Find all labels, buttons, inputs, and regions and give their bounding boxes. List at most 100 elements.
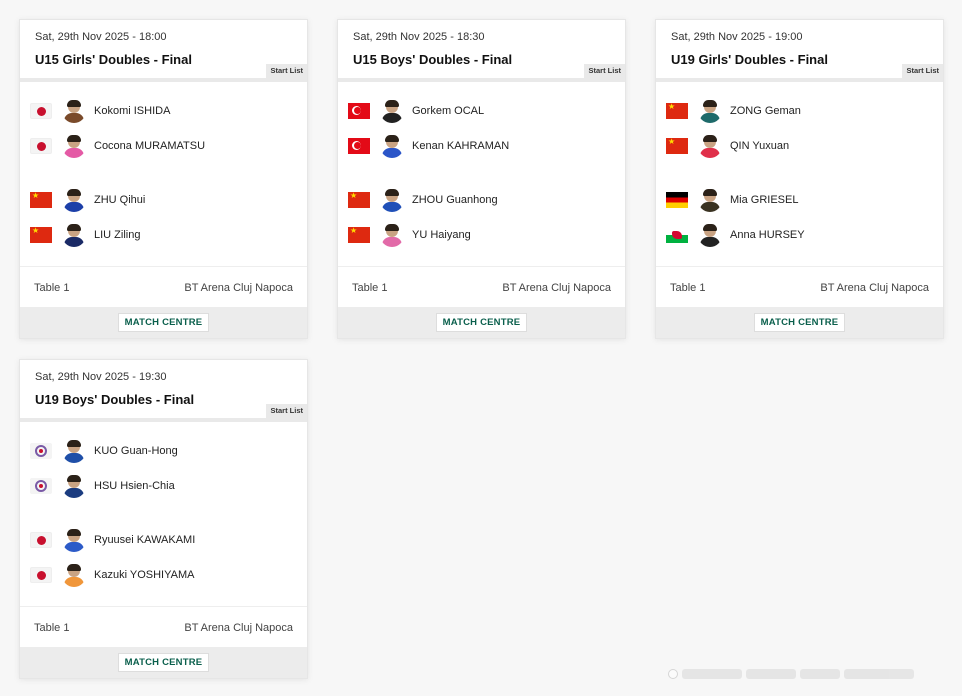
player-row[interactable]: QIN Yuxuan [666, 129, 943, 164]
card-header: Sat, 29th Nov 2025 - 19:30 U19 Boys' Dou… [20, 360, 307, 418]
team-pair-a: KUO Guan-Hong HSU Hsien-Chia [20, 434, 307, 503]
player-name[interactable]: HSU Hsien-Chia [94, 480, 175, 492]
match-datetime: Sat, 29th Nov 2025 - 18:00 [35, 31, 167, 43]
turkey-flag-icon [348, 137, 370, 154]
china-flag-icon [348, 192, 370, 209]
card-header: Sat, 29th Nov 2025 - 18:30 U15 Boys' Dou… [338, 20, 625, 78]
venue-label: BT Arena Cluj Napoca [184, 621, 293, 634]
player-avatar [698, 188, 722, 213]
player-name[interactable]: ZHOU Guanhong [412, 194, 498, 206]
match-card: Sat, 29th Nov 2025 - 19:00 U19 Girls' Do… [655, 19, 944, 339]
player-row[interactable]: Gorkem OCAL [348, 94, 625, 129]
player-row[interactable]: Cocona MURAMATSU [30, 129, 307, 164]
china-flag-icon [30, 192, 52, 209]
player-avatar [62, 134, 86, 158]
team-pair-a: Kokomi ISHIDA Cocona MURAMATSU [20, 94, 307, 163]
start-list-button[interactable]: Start List [902, 64, 943, 78]
divider [20, 418, 307, 422]
table-label: Table 1 [34, 621, 70, 634]
match-details: Table 1 BT Arena Cluj Napoca [656, 266, 943, 308]
player-avatar [62, 99, 86, 124]
player-name[interactable]: Gorkem OCAL [412, 105, 484, 117]
player-avatar [698, 134, 722, 158]
card-header: Sat, 29th Nov 2025 - 18:00 U15 Girls' Do… [20, 20, 307, 78]
player-row[interactable]: KUO Guan-Hong [30, 434, 307, 469]
japan-flag-icon [30, 532, 52, 549]
player-name[interactable]: QIN Yuxuan [730, 140, 789, 152]
match-card: Sat, 29th Nov 2025 - 19:30 U19 Boys' Dou… [19, 359, 308, 679]
wales-flag-icon [666, 226, 688, 243]
table-label: Table 1 [670, 281, 706, 294]
player-name[interactable]: Ryuusei KAWAKAMI [94, 534, 195, 546]
player-name[interactable]: Mia GRIESEL [730, 194, 798, 206]
turkey-flag-icon [348, 103, 370, 120]
player-name[interactable]: YU Haiyang [412, 229, 471, 241]
player-avatar [62, 528, 86, 553]
player-avatar [698, 99, 722, 124]
table-label: Table 1 [352, 281, 388, 294]
divider [656, 78, 943, 82]
match-centre-button[interactable]: MATCH CENTRE [117, 313, 210, 332]
match-datetime: Sat, 29th Nov 2025 - 19:00 [671, 31, 803, 43]
match-details: Table 1 BT Arena Cluj Napoca [338, 266, 625, 308]
player-avatar [62, 439, 86, 464]
chinese-taipei-flag-icon [30, 477, 52, 494]
china-flag-icon [30, 226, 52, 243]
player-name[interactable]: Anna HURSEY [730, 229, 805, 241]
match-centre-button[interactable]: MATCH CENTRE [753, 313, 846, 332]
start-list-button[interactable]: Start List [266, 404, 307, 418]
venue-label: BT Arena Cluj Napoca [820, 281, 929, 294]
china-flag-icon [666, 103, 688, 120]
table-label: Table 1 [34, 281, 70, 294]
player-name[interactable]: Kokomi ISHIDA [94, 105, 170, 117]
start-list-button[interactable]: Start List [266, 64, 307, 78]
player-row[interactable]: Kokomi ISHIDA [30, 94, 307, 129]
player-row[interactable]: LIU Ziling [30, 218, 307, 253]
match-details: Table 1 BT Arena Cluj Napoca [20, 266, 307, 308]
player-row[interactable]: ZHOU Guanhong [348, 183, 625, 218]
player-name[interactable]: Kazuki YOSHIYAMA [94, 569, 194, 581]
player-avatar [62, 223, 86, 247]
germany-flag-icon [666, 192, 688, 209]
player-row[interactable]: Anna HURSEY [666, 218, 943, 253]
match-card: Sat, 29th Nov 2025 - 18:30 U15 Boys' Dou… [337, 19, 626, 339]
player-avatar [62, 188, 86, 213]
card-actions: MATCH CENTRE [20, 307, 307, 338]
match-centre-button[interactable]: MATCH CENTRE [117, 653, 210, 672]
player-name[interactable]: ZONG Geman [730, 105, 801, 117]
match-details: Table 1 BT Arena Cluj Napoca [20, 606, 307, 648]
card-actions: MATCH CENTRE [20, 647, 307, 678]
player-avatar [698, 223, 722, 247]
japan-flag-icon [30, 103, 52, 120]
divider [20, 78, 307, 82]
player-name[interactable]: LIU Ziling [94, 229, 140, 241]
chinese-taipei-flag-icon [30, 443, 52, 460]
player-avatar [380, 188, 404, 213]
player-avatar [380, 99, 404, 124]
card-actions: MATCH CENTRE [338, 307, 625, 338]
japan-flag-icon [30, 566, 52, 583]
card-actions: MATCH CENTRE [656, 307, 943, 338]
match-card: Sat, 29th Nov 2025 - 18:00 U15 Girls' Do… [19, 19, 308, 339]
player-avatar [380, 134, 404, 158]
match-datetime: Sat, 29th Nov 2025 - 18:30 [353, 31, 485, 43]
player-name[interactable]: Kenan KAHRAMAN [412, 140, 509, 152]
player-row[interactable]: ZHU Qihui [30, 183, 307, 218]
player-row[interactable]: Mia GRIESEL [666, 183, 943, 218]
china-flag-icon [348, 226, 370, 243]
player-row[interactable]: ZONG Geman [666, 94, 943, 129]
start-list-button[interactable]: Start List [584, 64, 625, 78]
player-row[interactable]: Ryuusei KAWAKAMI [30, 523, 307, 558]
player-name[interactable]: Cocona MURAMATSU [94, 140, 205, 152]
player-name[interactable]: KUO Guan-Hong [94, 445, 178, 457]
player-avatar [62, 563, 86, 587]
match-centre-button[interactable]: MATCH CENTRE [435, 313, 528, 332]
player-row[interactable]: YU Haiyang [348, 218, 625, 253]
player-name[interactable]: ZHU Qihui [94, 194, 145, 206]
player-row[interactable]: Kenan KAHRAMAN [348, 129, 625, 164]
divider [338, 78, 625, 82]
match-datetime: Sat, 29th Nov 2025 - 19:30 [35, 371, 167, 383]
player-row[interactable]: HSU Hsien-Chia [30, 469, 307, 504]
player-row[interactable]: Kazuki YOSHIYAMA [30, 558, 307, 593]
team-pair-b: ZHU Qihui LIU Ziling [20, 183, 307, 252]
